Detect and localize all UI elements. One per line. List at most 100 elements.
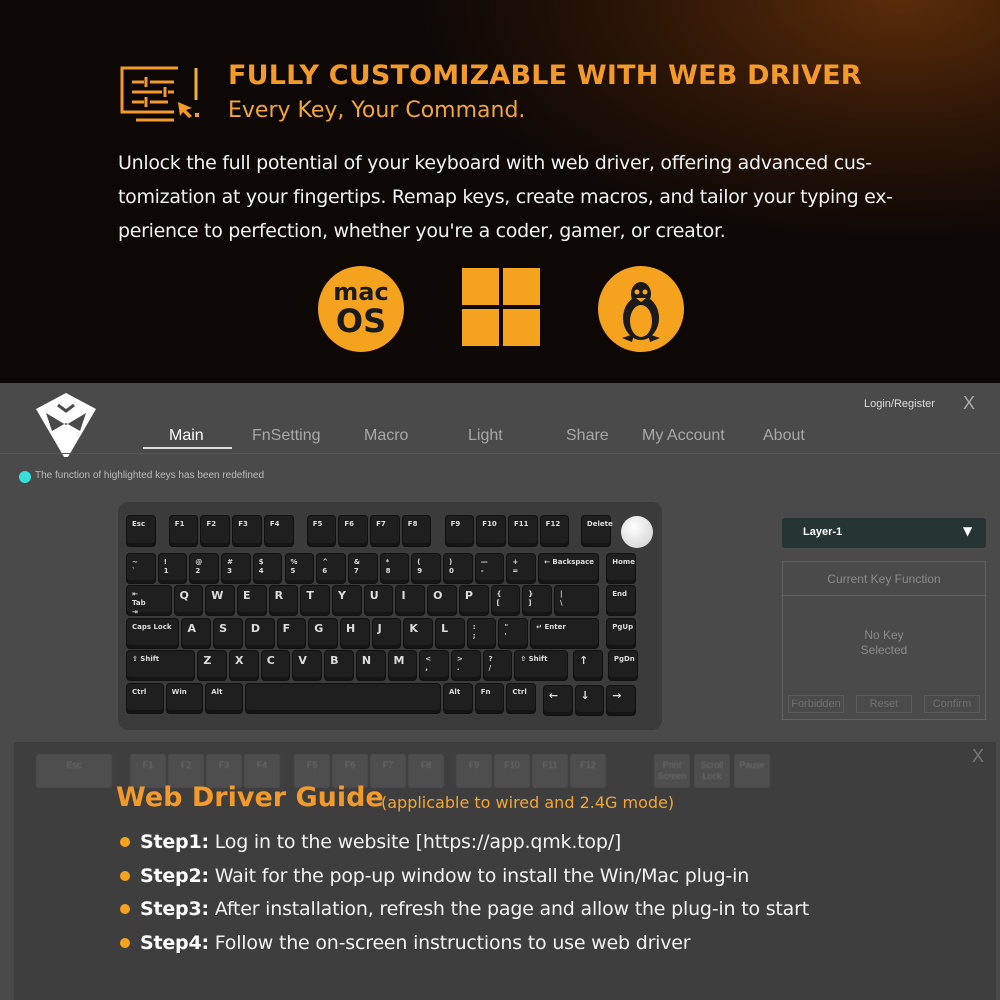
key-f12[interactable]: F12 (539, 515, 570, 547)
key-%5[interactable]: % 5 (284, 553, 315, 584)
key-q[interactable]: Q (173, 585, 204, 616)
key-f7[interactable]: F7 (370, 515, 400, 547)
key-f4[interactable]: F4 (263, 515, 294, 547)
key-w[interactable]: W (205, 585, 235, 616)
key-f6[interactable]: F6 (338, 515, 369, 547)
key-win[interactable]: Win (165, 683, 204, 714)
login-register-link[interactable]: Login/Register (864, 398, 935, 410)
key-f5[interactable]: F5 (306, 515, 337, 547)
key-r[interactable]: R (268, 585, 299, 616)
key-ctrl[interactable]: Ctrl (506, 683, 537, 714)
key-~`[interactable]: ~ ` (126, 553, 156, 584)
key-delete[interactable]: Delete (580, 515, 613, 547)
key-o[interactable]: O (427, 585, 457, 616)
key-*8[interactable]: * 8 (379, 553, 410, 584)
key-i[interactable]: I (395, 585, 426, 616)
key-h[interactable]: H (339, 618, 370, 649)
key-u[interactable]: U (363, 585, 394, 616)
key-capslock[interactable]: Caps Lock (126, 618, 180, 649)
key-f3[interactable]: F3 (232, 515, 262, 547)
key-f1[interactable]: F1 (168, 515, 199, 547)
key-"'[interactable]: " ' (498, 618, 529, 649)
key-f[interactable]: F (276, 618, 307, 649)
key-→[interactable]: → (606, 685, 636, 716)
key-c[interactable]: C (260, 650, 291, 681)
key-⇧shift[interactable]: ⇧ Shift (514, 650, 568, 681)
key-^6[interactable]: ^ 6 (316, 553, 346, 584)
key-space[interactable] (244, 683, 441, 714)
key-f11[interactable]: F11 (507, 515, 538, 547)
key-v[interactable]: V (292, 650, 323, 681)
tab-my-account[interactable]: My Account (642, 427, 725, 445)
key-x[interactable]: X (229, 650, 259, 681)
tab-fnsetting[interactable]: FnSetting (252, 427, 320, 445)
key-pgdn[interactable]: PgDn (607, 650, 638, 681)
key-home[interactable]: Home (606, 553, 636, 584)
key-l[interactable]: L (435, 618, 465, 649)
key-g[interactable]: G (308, 618, 338, 649)
key-z[interactable]: Z (197, 650, 227, 681)
key->.[interactable]: > . (450, 650, 481, 681)
key-⇧shift[interactable]: ⇧ Shift (126, 650, 196, 681)
tab-share[interactable]: Share (566, 427, 609, 445)
key-esc[interactable]: Esc (126, 515, 156, 547)
key-|\[interactable]: | \ (553, 585, 600, 616)
key-@2[interactable]: @ 2 (189, 553, 220, 584)
confirm-button[interactable]: Confirm (924, 695, 980, 713)
key-fn[interactable]: Fn (474, 683, 505, 714)
key-k[interactable]: K (403, 618, 434, 649)
tab-about[interactable]: About (763, 427, 805, 445)
key-&7[interactable]: & 7 (347, 553, 378, 584)
volume-knob[interactable] (621, 516, 653, 548)
key-—-[interactable]: — - (474, 553, 505, 584)
guide-step: Step1: Log in to the website [https://ap… (120, 831, 621, 853)
key-↓[interactable]: ↓ (574, 685, 605, 716)
key-alt[interactable]: Alt (443, 683, 473, 714)
key-t[interactable]: T (300, 585, 331, 616)
key-b[interactable]: B (324, 650, 354, 681)
key-:;[interactable]: : ; (466, 618, 497, 649)
key-!1[interactable]: ! 1 (157, 553, 188, 584)
key-$4[interactable]: $ 4 (252, 553, 283, 584)
key-end[interactable]: End (606, 585, 636, 616)
key-↑[interactable]: ↑ (572, 650, 603, 681)
key-a[interactable]: A (181, 618, 212, 649)
key-p[interactable]: P (458, 585, 489, 616)
tab-light[interactable]: Light (468, 427, 503, 445)
key-<,[interactable]: < , (419, 650, 449, 681)
guide-close-icon[interactable]: X (972, 746, 984, 767)
key-n[interactable]: N (355, 650, 386, 681)
key-↵enter[interactable]: ↵ Enter (530, 618, 600, 649)
key-j[interactable]: J (371, 618, 402, 649)
key-f9[interactable]: F9 (444, 515, 475, 547)
key-e[interactable]: E (236, 585, 267, 616)
key-y[interactable]: Y (332, 585, 362, 616)
key-)0[interactable]: ) 0 (443, 553, 473, 584)
key-ctrl[interactable]: Ctrl (126, 683, 164, 714)
reset-button[interactable]: Reset (856, 695, 912, 713)
key-f2[interactable]: F2 (200, 515, 231, 547)
tab-main[interactable]: Main (169, 427, 204, 445)
key-pgup[interactable]: PgUp (606, 618, 636, 649)
key-m[interactable]: M (387, 650, 418, 681)
hero-section: FULLY CUSTOMIZABLE WITH WEB DRIVER Every… (0, 0, 1000, 383)
layer-select[interactable]: Layer-1 ▼ (782, 518, 986, 548)
key-f8[interactable]: F8 (401, 515, 432, 547)
close-icon[interactable]: X (963, 393, 975, 414)
key-←[interactable]: ← (542, 685, 573, 716)
key-?/[interactable]: ? / (482, 650, 513, 681)
hero-subtitle: Every Key, Your Command. (228, 98, 526, 123)
key-←backspace[interactable]: ← Backspace (538, 553, 600, 584)
key-d[interactable]: D (244, 618, 275, 649)
key-s[interactable]: S (213, 618, 243, 649)
key-+=[interactable]: + = (506, 553, 537, 584)
tab-macro[interactable]: Macro (364, 427, 408, 445)
key-{[[interactable]: { [ (490, 585, 521, 616)
key-}][interactable]: } ] (522, 585, 552, 616)
key-#3[interactable]: # 3 (221, 553, 251, 584)
key-alt[interactable]: Alt (205, 683, 243, 714)
key-⇤tab⇥[interactable]: ⇤ Tab ⇥ (126, 585, 172, 616)
key-(9[interactable]: ( 9 (411, 553, 441, 584)
key-f10[interactable]: F10 (476, 515, 506, 547)
forbidden-button[interactable]: Forbidden (788, 695, 844, 713)
